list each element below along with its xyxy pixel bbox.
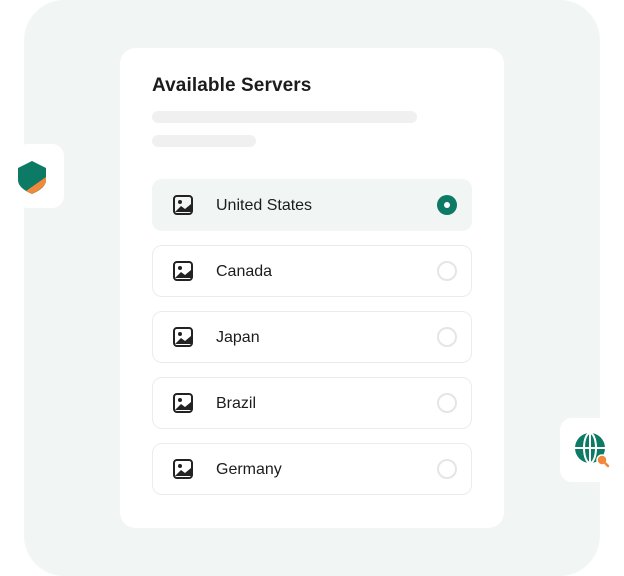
server-label: Germany bbox=[216, 461, 282, 478]
server-label: Canada bbox=[216, 263, 273, 280]
server-option-germany[interactable]: Germany bbox=[152, 443, 472, 495]
radio-unselected[interactable] bbox=[437, 459, 457, 479]
globe-search-icon bbox=[575, 432, 610, 468]
image-placeholder-icon bbox=[173, 393, 193, 413]
skeleton-line bbox=[152, 135, 256, 147]
image-placeholder-icon bbox=[173, 327, 193, 347]
server-label: Japan bbox=[216, 329, 260, 346]
image-placeholder-icon bbox=[173, 261, 193, 281]
server-option-japan[interactable]: Japan bbox=[152, 311, 472, 363]
shield-badge bbox=[16, 144, 64, 208]
server-option-brazil[interactable]: Brazil bbox=[152, 377, 472, 429]
server-label: United States bbox=[216, 197, 313, 214]
radio-unselected[interactable] bbox=[437, 327, 457, 347]
radio-selected[interactable] bbox=[437, 195, 457, 215]
available-servers-card: Available Servers United States Canada J… bbox=[120, 48, 504, 528]
server-label: Brazil bbox=[216, 395, 257, 412]
radio-unselected[interactable] bbox=[437, 261, 457, 281]
radio-unselected[interactable] bbox=[437, 393, 457, 413]
image-placeholder-icon bbox=[173, 195, 193, 215]
image-placeholder-icon bbox=[173, 459, 193, 479]
stage: Available Servers United States Canada J… bbox=[0, 0, 624, 576]
skeleton-line bbox=[152, 111, 417, 123]
server-list: United States Canada Japan Brazil German… bbox=[152, 179, 472, 509]
card-title: Available Servers bbox=[152, 75, 312, 96]
server-option-united-states[interactable]: United States bbox=[152, 179, 472, 231]
server-option-canada[interactable]: Canada bbox=[152, 245, 472, 297]
shield-icon bbox=[18, 161, 46, 194]
globe-badge bbox=[560, 418, 624, 482]
